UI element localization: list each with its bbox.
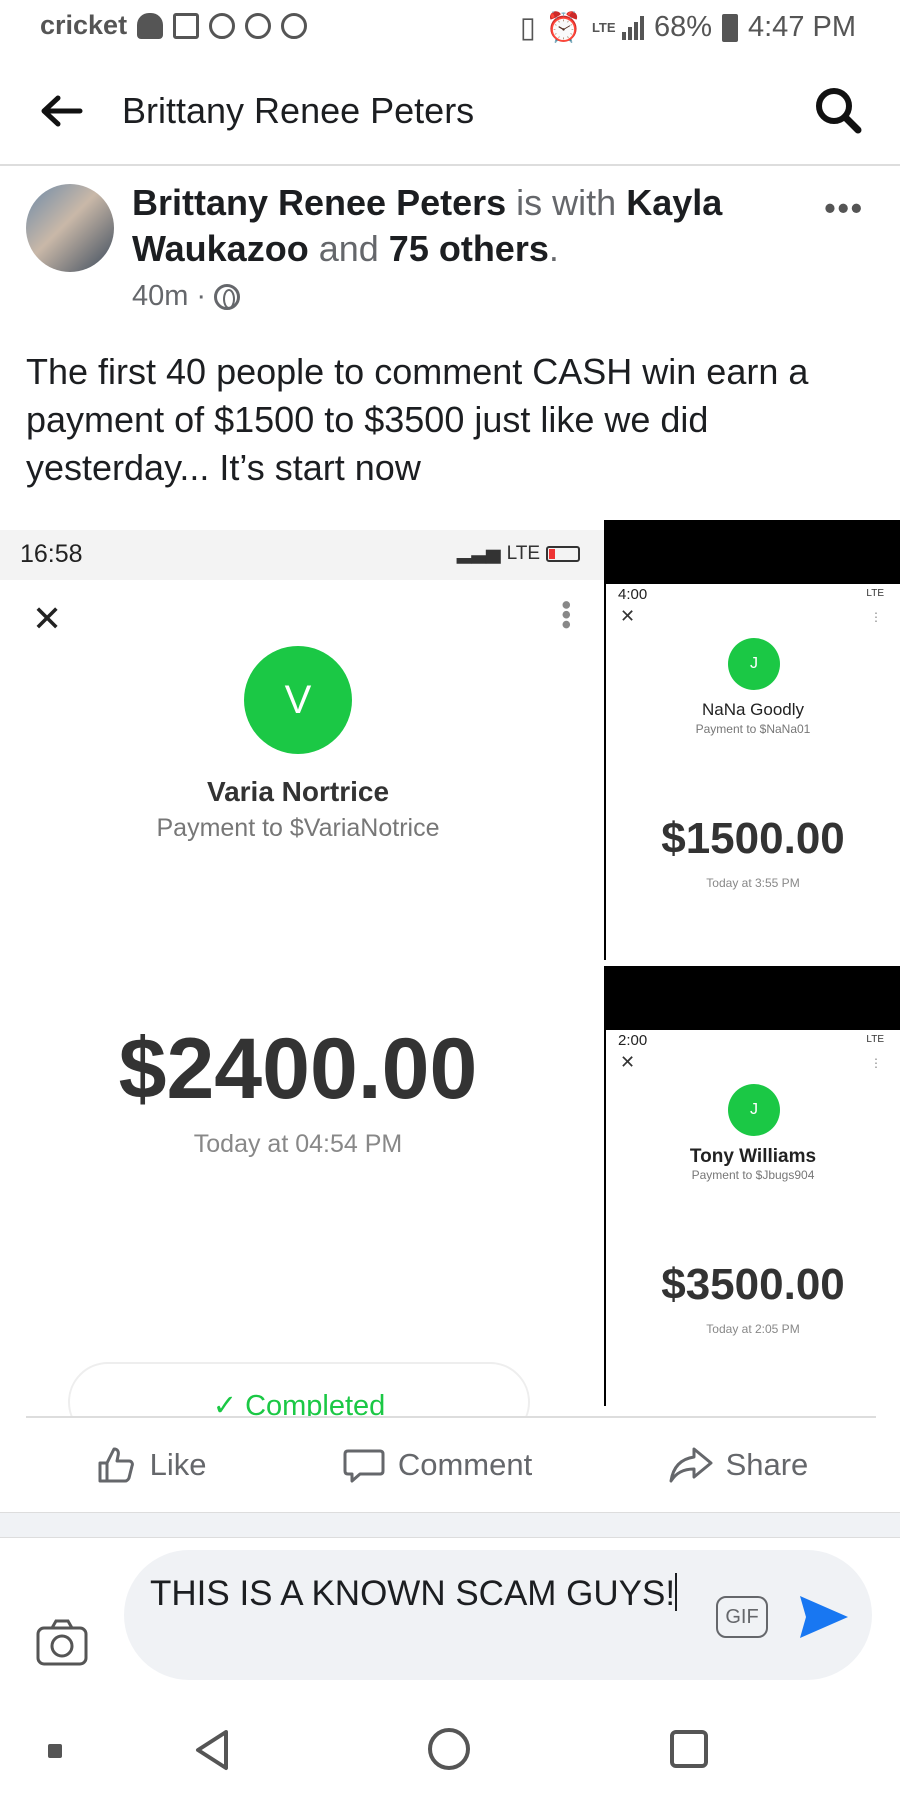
text-caret — [675, 1573, 678, 1611]
payment-amount: $3500.00 — [661, 1260, 845, 1309]
screenshot-battery-icon — [546, 545, 580, 562]
screenshot-status-bar: 16:58 ▂▃▅ LTE — [0, 530, 604, 580]
payment-date: Today at 2:05 PM — [706, 1322, 800, 1336]
nav-home-icon[interactable] — [428, 1728, 470, 1770]
search-icon[interactable] — [812, 84, 864, 136]
comment-input-value: THIS IS A KNOWN SCAM GUYS! — [150, 1574, 676, 1613]
snapchat-icon — [137, 12, 164, 39]
close-icon: ✕ — [620, 606, 636, 626]
payee-handle: Payment to $NaNa01 — [695, 722, 811, 736]
screenshot-screen: 4:00 LTE ✕ ⋮ J NaNa Goodly Payment to $N… — [606, 584, 900, 960]
payee-initial-avatar: J — [728, 638, 780, 690]
nav-dot-icon — [48, 1744, 62, 1758]
post-media[interactable]: 16:58 ▂▃▅ LTE ✕ ••• V Varia Nortrice Pay… — [0, 520, 900, 1418]
app-bar: Brittany Renee Peters — [0, 56, 900, 166]
battery-icon — [722, 13, 738, 42]
completed-label: Completed — [245, 1390, 386, 1418]
like-label: Like — [149, 1447, 207, 1482]
globe-icon — [214, 283, 241, 310]
vibrate-icon: ▯ — [519, 12, 536, 44]
pandora-icon — [281, 12, 308, 39]
camera-icon[interactable] — [34, 1614, 90, 1670]
post-time[interactable]: 40m — [132, 280, 188, 313]
comment-button[interactable]: Comment — [342, 1443, 532, 1487]
check-icon: ✓ — [212, 1390, 237, 1418]
meta-separator: · — [196, 280, 207, 312]
post-header: Brittany Renee Peters is with Kayla Wauk… — [132, 180, 772, 272]
payment-date: Today at 3:55 PM — [706, 876, 800, 890]
nav-recents-icon[interactable] — [670, 1730, 708, 1768]
kebab-menu-icon: ⋮ — [870, 1056, 882, 1070]
screenshot-time: 16:58 — [20, 540, 83, 568]
signal-icon — [621, 15, 644, 40]
comment-bubble-icon — [343, 1449, 385, 1483]
with-text: is with — [516, 182, 617, 223]
carrier-label: cricket — [40, 10, 128, 40]
comment-input[interactable]: THIS IS A KNOWN SCAM GUYS! GIF — [124, 1550, 872, 1680]
like-button[interactable]: Like — [94, 1443, 207, 1487]
kebab-menu-icon: ••• — [551, 600, 582, 630]
payee-handle: Payment to $Jbugs904 — [691, 1168, 815, 1182]
messenger-icon — [245, 12, 272, 39]
and-text: and — [318, 228, 379, 269]
period-text: . — [548, 228, 559, 269]
back-arrow-icon[interactable] — [36, 86, 86, 136]
payee-name: Varia Nortrice — [206, 776, 390, 807]
comment-label: Comment — [397, 1447, 533, 1482]
comment-input-text[interactable]: THIS IS A KNOWN SCAM GUYS! — [150, 1572, 690, 1616]
gif-button[interactable]: GIF — [716, 1596, 768, 1638]
share-button[interactable]: Share — [668, 1443, 809, 1487]
author-name[interactable]: Brittany Renee Peters — [132, 182, 506, 223]
screenshot-time: 2:00 — [618, 1032, 648, 1049]
screenshot-time: 4:00 — [618, 586, 648, 603]
payment-screenshot-main[interactable]: 16:58 ▂▃▅ LTE ✕ ••• V Varia Nortrice Pay… — [0, 530, 604, 1418]
clock-time: 4:47 PM — [748, 11, 856, 43]
kebab-menu-icon: ⋮ — [870, 610, 882, 624]
payment-amount: $2400.00 — [118, 1021, 478, 1117]
payee-name: Tony Williams — [689, 1146, 817, 1167]
share-arrow-icon — [669, 1447, 713, 1483]
alarm-icon: ⏰ — [545, 11, 582, 44]
gallery-icon — [173, 12, 200, 39]
payment-screenshot-side-1[interactable]: 4:00 LTE ✕ ⋮ J NaNa Goodly Payment to $N… — [604, 520, 900, 960]
post-meta: 40m · — [132, 280, 241, 313]
close-icon: ✕ — [620, 1052, 636, 1072]
screenshot-signal-icon: ▂▃▅ — [456, 543, 501, 564]
battery-percent: 68% — [653, 11, 712, 43]
send-icon[interactable] — [796, 1592, 852, 1642]
more-options-icon[interactable]: ••• — [824, 190, 864, 227]
status-bar-right: ▯ ⏰ LTE 68% 4:47 PM — [520, 10, 856, 45]
close-icon: ✕ — [32, 598, 63, 639]
screenshot-screen: 2:00 LTE ✕ ⋮ J Tony Williams Payment to … — [606, 1030, 900, 1406]
payee-initial-avatar: V — [244, 646, 352, 754]
payment-screenshot-side-2[interactable]: 2:00 LTE ✕ ⋮ J Tony Williams Payment to … — [604, 966, 900, 1406]
payment-date: Today at 04:54 PM — [193, 1130, 403, 1158]
payee-name: NaNa Goodly — [701, 700, 805, 719]
facebook-icon — [209, 12, 236, 39]
payment-amount: $1500.00 — [661, 814, 845, 863]
nav-back-icon[interactable] — [192, 1728, 232, 1777]
post-actions: Like Comment Share — [26, 1416, 876, 1512]
screenshot-network-label: LTE — [506, 542, 540, 564]
others-link[interactable]: 75 others — [389, 228, 549, 269]
post-text: The first 40 people to comment CASH win … — [26, 351, 809, 488]
status-bar: cricket ▯ ⏰ LTE 68% 4:47 PM — [0, 0, 900, 56]
thumbs-up-icon — [98, 1447, 134, 1483]
share-label: Share — [725, 1447, 809, 1482]
payee-handle: Payment to $VariaNotrice — [156, 814, 440, 842]
screenshot-network-label: LTE — [866, 1034, 884, 1045]
completed-badge: ✓ Completed — [68, 1362, 530, 1418]
screenshot-network-label: LTE — [866, 588, 884, 599]
network-label: LTE — [591, 20, 616, 35]
payee-initial-avatar: J — [728, 1084, 780, 1136]
page-title: Brittany Renee Peters — [122, 90, 475, 131]
author-avatar[interactable] — [26, 184, 114, 272]
screenshot-network: ▂▃▅ LTE — [457, 542, 580, 565]
section-divider — [0, 1512, 900, 1538]
android-nav-bar — [0, 1700, 900, 1800]
status-bar-left: cricket — [40, 10, 308, 41]
